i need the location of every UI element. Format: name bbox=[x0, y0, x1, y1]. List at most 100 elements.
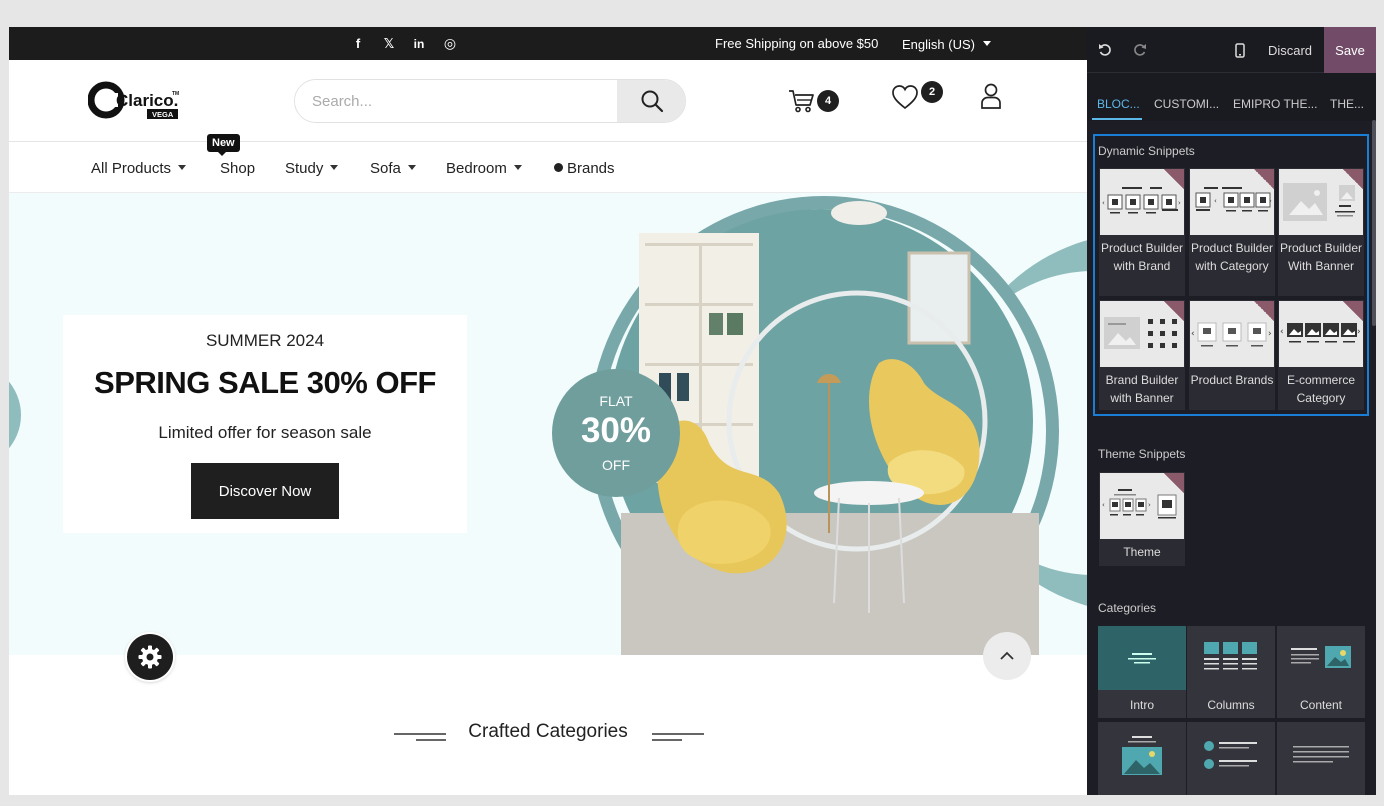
flat-value: 30% bbox=[580, 411, 652, 450]
nav-sofa[interactable]: Sofa bbox=[370, 160, 416, 177]
svg-text:›: › bbox=[1148, 501, 1151, 509]
nav-label: All Products bbox=[91, 160, 172, 177]
tab-blocks[interactable]: BLOC... bbox=[1097, 97, 1140, 111]
wishlist-button[interactable] bbox=[890, 82, 920, 112]
snippet-theme[interactable]: ‹ › Theme bbox=[1099, 472, 1185, 566]
svg-text:Clarico.: Clarico. bbox=[116, 91, 178, 110]
snippet-product-brands[interactable]: ‹ › Product Brands bbox=[1189, 300, 1275, 410]
instagram-icon[interactable]: ◎ bbox=[439, 27, 461, 60]
svg-text:‹: ‹ bbox=[1102, 501, 1105, 509]
cart-count-badge: 4 bbox=[817, 90, 839, 112]
section-title: Crafted Categories bbox=[468, 721, 628, 742]
content-block-icon bbox=[1291, 646, 1351, 668]
redo-icon bbox=[1134, 44, 1146, 56]
snippet-product-builder-brand[interactable]: ‹ › Product Builder with Brand bbox=[1099, 168, 1185, 296]
language-label: English (US) bbox=[902, 37, 975, 52]
settings-button[interactable] bbox=[127, 634, 173, 680]
search-button[interactable] bbox=[617, 80, 685, 122]
snippet-label: Product Builder with Category bbox=[1190, 241, 1274, 273]
snippet-label: Brand Builder with Banner bbox=[1105, 373, 1179, 405]
tab-emipro-theme[interactable]: EMIPRO THE... bbox=[1233, 97, 1317, 111]
account-button[interactable] bbox=[976, 81, 1006, 111]
cart-button[interactable] bbox=[786, 85, 816, 115]
premium-ribbon-icon bbox=[1164, 473, 1184, 493]
top-bar: f 𝕏 in ◎ Free Shipping on above $50 Engl… bbox=[9, 27, 1087, 60]
tab-customize[interactable]: CUSTOMI... bbox=[1154, 97, 1219, 111]
hero-banner: SUMMER 2024 SPRING SALE 30% OFF Limited … bbox=[9, 193, 1087, 655]
category-text-block[interactable] bbox=[1277, 722, 1365, 795]
promo-subline: Limited offer for season sale bbox=[158, 423, 372, 442]
category-label: Content bbox=[1299, 698, 1343, 712]
redo-button[interactable] bbox=[1130, 27, 1150, 73]
chevron-down-icon bbox=[982, 41, 991, 46]
clarico-logo-icon: Clarico. TM VEGA bbox=[87, 81, 179, 119]
main-navigation: All Products New Shop Study Sofa Bedroom… bbox=[9, 134, 1087, 193]
chevron-down-icon bbox=[330, 165, 339, 170]
discard-button[interactable]: Discard bbox=[1262, 27, 1318, 73]
site-logo[interactable]: Clarico. TM VEGA bbox=[87, 80, 182, 120]
snippet-brand-builder-banner[interactable]: Brand Builder with Banner bbox=[1099, 300, 1185, 410]
nav-shop[interactable]: Shop bbox=[220, 160, 255, 177]
snippet-ecommerce-category[interactable]: ‹ › E-commerce Category bbox=[1278, 300, 1364, 410]
title-decoration-right bbox=[652, 733, 704, 741]
facebook-icon[interactable]: f bbox=[347, 27, 369, 60]
snippet-product-builder-category[interactable]: ‹ › Product Builder with Category bbox=[1189, 168, 1275, 296]
website-preview: f 𝕏 in ◎ Free Shipping on above $50 Engl… bbox=[9, 27, 1087, 795]
search-bar bbox=[294, 79, 686, 123]
tab-theme[interactable]: THE... bbox=[1330, 97, 1364, 111]
mobile-preview-button[interactable] bbox=[1230, 27, 1250, 73]
nav-all-products[interactable]: All Products bbox=[91, 160, 187, 177]
discover-now-button[interactable]: Discover Now bbox=[191, 463, 339, 519]
category-label: Columns bbox=[1207, 698, 1255, 712]
promo-headline: SPRING SALE 30% OFF bbox=[94, 365, 436, 400]
categories-title: Categories bbox=[1098, 601, 1157, 615]
svg-text:›: › bbox=[1268, 329, 1272, 339]
undo-button[interactable] bbox=[1095, 27, 1115, 73]
nav-bedroom[interactable]: Bedroom bbox=[446, 160, 522, 177]
wishlist-count-badge: 2 bbox=[921, 81, 943, 103]
snippet-label: Theme bbox=[1123, 545, 1161, 559]
off-label: OFF bbox=[602, 457, 630, 473]
dynamic-snippets-title: Dynamic Snippets bbox=[1098, 144, 1195, 158]
snippet-label: Product Brands bbox=[1190, 373, 1274, 387]
shipping-notice: Free Shipping on above $50 bbox=[715, 36, 879, 51]
scroll-to-top-button[interactable] bbox=[983, 632, 1031, 680]
snippet-thumbnail bbox=[1100, 301, 1184, 367]
sidebar-scrollbar[interactable] bbox=[1372, 120, 1376, 326]
nav-study[interactable]: Study bbox=[285, 160, 339, 177]
snippet-label: Product Builder With Banner bbox=[1279, 241, 1363, 273]
linkedin-icon[interactable]: in bbox=[408, 27, 430, 60]
snippet-thumbnail bbox=[1279, 169, 1363, 235]
premium-ribbon-icon bbox=[1343, 301, 1363, 321]
category-columns[interactable]: Columns bbox=[1187, 626, 1275, 718]
intro-block-icon bbox=[1098, 626, 1186, 690]
category-features-block[interactable] bbox=[1187, 722, 1275, 795]
mobile-icon bbox=[1235, 42, 1245, 58]
theme-snippets-title: Theme Snippets bbox=[1098, 447, 1186, 461]
discount-badge: FLAT 30% OFF bbox=[552, 369, 680, 497]
heart-icon bbox=[892, 85, 918, 110]
search-input[interactable] bbox=[295, 80, 617, 122]
promo-card: SUMMER 2024 SPRING SALE 30% OFF Limited … bbox=[63, 315, 467, 533]
category-image-block[interactable] bbox=[1098, 722, 1186, 795]
new-badge: New bbox=[207, 134, 240, 156]
svg-text:VEGA: VEGA bbox=[152, 110, 174, 119]
x-twitter-icon[interactable]: 𝕏 bbox=[378, 27, 400, 60]
svg-text:‹: ‹ bbox=[1214, 197, 1217, 205]
snippet-product-builder-banner[interactable]: Product Builder With Banner bbox=[1278, 168, 1364, 296]
flat-label: FLAT bbox=[599, 393, 633, 409]
premium-ribbon-icon bbox=[1254, 169, 1274, 189]
nav-brands[interactable]: Brands bbox=[554, 160, 615, 177]
svg-text:‹: ‹ bbox=[1280, 327, 1284, 337]
language-selector[interactable]: English (US) bbox=[902, 37, 991, 52]
category-label: Intro bbox=[1129, 698, 1154, 712]
save-button[interactable]: Save bbox=[1324, 27, 1376, 73]
image-block-icon bbox=[1122, 736, 1162, 775]
svg-text:‹: ‹ bbox=[1102, 199, 1105, 207]
category-intro[interactable]: Intro bbox=[1098, 626, 1186, 718]
columns-block-icon bbox=[1204, 642, 1257, 670]
svg-text:‹: ‹ bbox=[1191, 329, 1195, 339]
snippet-thumbnail: ‹ › bbox=[1190, 169, 1274, 235]
category-content[interactable]: Content bbox=[1277, 626, 1365, 718]
editor-sidebar: Discard Save BLOC... CUSTOMI... EMIPRO T… bbox=[1087, 27, 1376, 795]
